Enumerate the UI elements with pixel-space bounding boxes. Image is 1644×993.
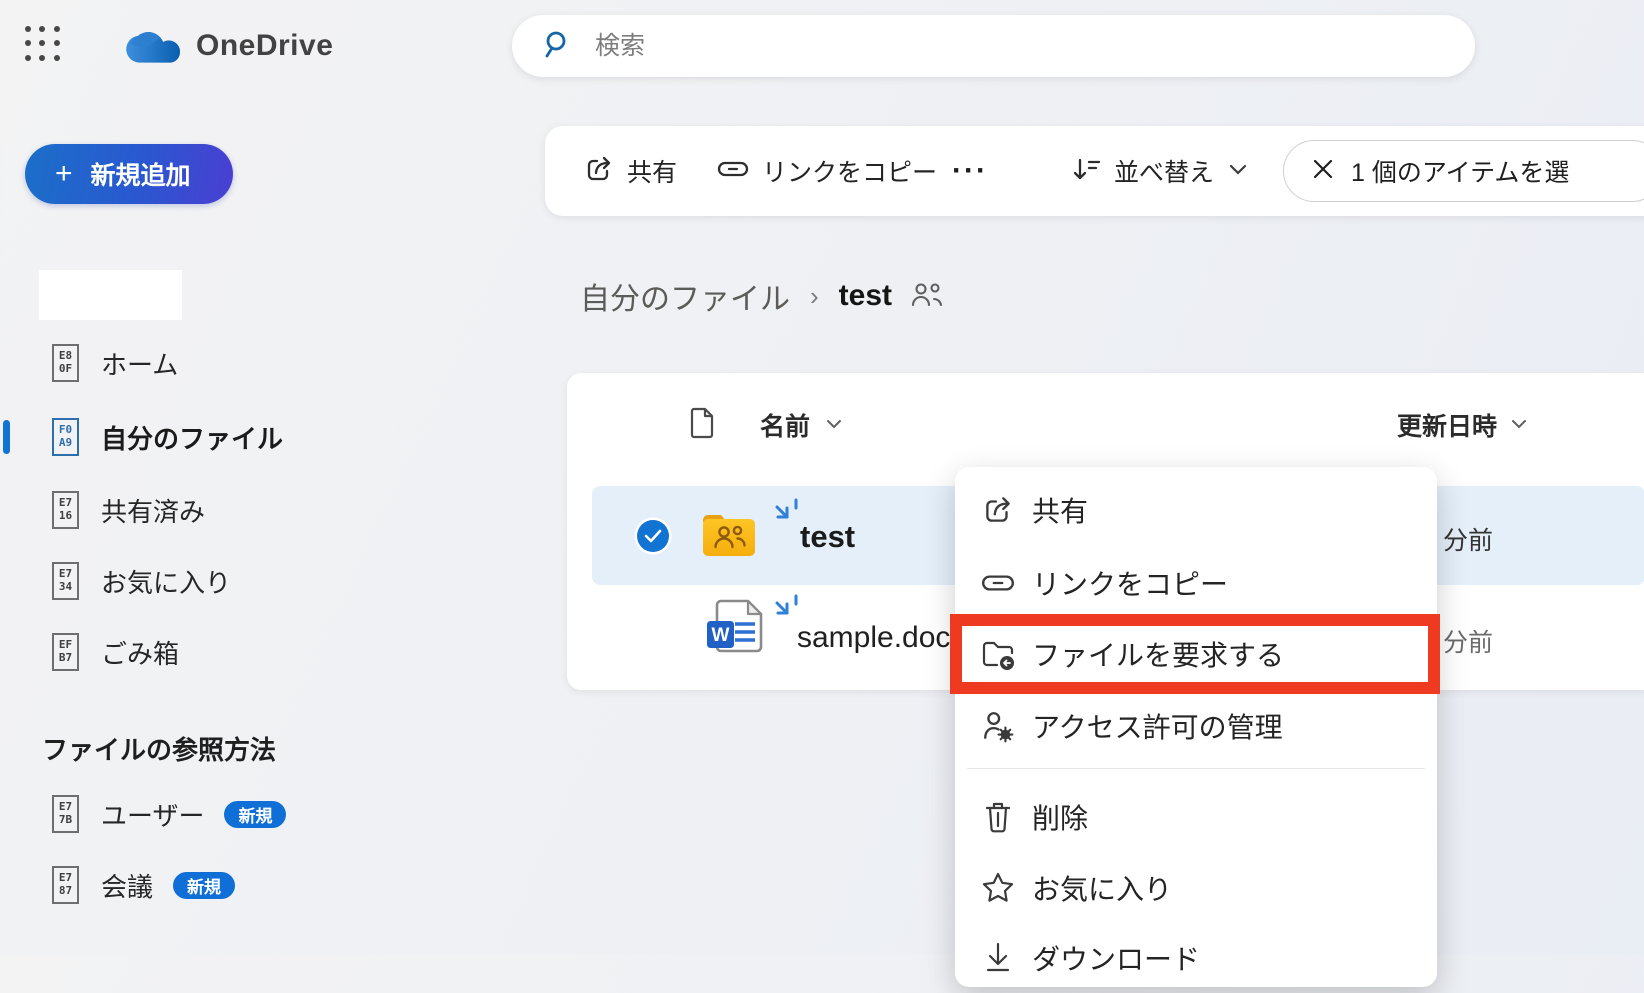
- context-menu: 共有 リンクをコピー ファイルを要求する アク: [955, 467, 1437, 987]
- sidebar-item-label: ホーム: [101, 345, 178, 382]
- menu-item-copy-link[interactable]: リンクをコピー: [955, 548, 1437, 618]
- breadcrumb-parent[interactable]: 自分のファイル: [580, 274, 790, 318]
- link-icon: [716, 153, 750, 190]
- share-button[interactable]: 共有: [583, 126, 677, 216]
- sidebar-item-label: 共有済み: [101, 492, 205, 529]
- plus-icon: +: [55, 159, 73, 189]
- breadcrumb: 自分のファイル › test: [580, 278, 944, 314]
- svg-text:W: W: [712, 625, 730, 646]
- search-input[interactable]: [595, 32, 1415, 61]
- chevron-down-icon: [1511, 416, 1527, 434]
- menu-item-share[interactable]: 共有: [955, 475, 1437, 545]
- menu-divider: [967, 768, 1425, 769]
- file-name[interactable]: sample.docx: [797, 621, 965, 655]
- sidebar-item-people[interactable]: E77B ユーザー 新規: [0, 792, 480, 836]
- trash-icon: [980, 800, 1016, 834]
- sidebar-item-recycle-bin[interactable]: EFB7 ごみ箱: [0, 630, 480, 674]
- word-document-icon: W: [705, 599, 767, 658]
- sidebar-item-my-files[interactable]: F0A9 自分のファイル: [0, 415, 480, 459]
- shared-people-icon: [910, 280, 944, 313]
- share-icon: [980, 493, 1016, 527]
- recently-updated-icon: [774, 497, 802, 536]
- star-icon: [980, 871, 1016, 905]
- sidebar-item-shared[interactable]: E716 共有済み: [0, 488, 480, 532]
- new-badge: 新規: [224, 801, 286, 828]
- app-launcher-waffle-icon[interactable]: [25, 26, 61, 62]
- my-files-tofu-icon: F0A9: [52, 418, 79, 456]
- sidebar-item-label: 自分のファイル: [101, 419, 283, 456]
- shared-tofu-icon: E716: [52, 491, 79, 529]
- sidebar-item-label: お気に入り: [101, 563, 231, 600]
- modified-time: 分前: [1443, 623, 1493, 659]
- onedrive-cloud-logo: [126, 27, 180, 70]
- menu-item-download[interactable]: ダウンロード: [955, 923, 1437, 993]
- favorites-tofu-icon: E734: [52, 562, 79, 600]
- menu-item-request-files[interactable]: ファイルを要求する: [955, 619, 1437, 689]
- sidebar-item-label: ごみ箱: [101, 634, 179, 671]
- menu-item-favorite[interactable]: お気に入り: [955, 853, 1437, 923]
- modified-time: 分前: [1443, 521, 1493, 557]
- column-header-name[interactable]: 名前: [688, 403, 842, 447]
- sort-icon: [1070, 153, 1102, 190]
- link-icon: [980, 566, 1016, 600]
- request-files-icon: [980, 637, 1016, 671]
- sidebar-item-favorites[interactable]: E734 お気に入り: [0, 559, 480, 603]
- manage-access-icon: [980, 709, 1016, 743]
- search-bar[interactable]: [512, 15, 1475, 77]
- column-header-modified[interactable]: 更新日時: [1397, 403, 1527, 447]
- meetings-tofu-icon: E787: [52, 866, 79, 904]
- recycle-bin-tofu-icon: EFB7: [52, 633, 79, 671]
- sort-button[interactable]: 並べ替え: [1070, 126, 1248, 216]
- share-icon: [583, 153, 615, 190]
- breadcrumb-current: test: [839, 279, 892, 313]
- sidebar-item-label: 会議: [101, 867, 153, 904]
- shared-folder-icon: [700, 511, 758, 564]
- chevron-down-icon: [826, 416, 842, 434]
- selection-count-text: 1 個のアイテムを選: [1351, 153, 1569, 189]
- sidebar-item-home[interactable]: E80F ホーム: [0, 341, 480, 385]
- selection-count-pill[interactable]: 1 個のアイテムを選: [1283, 140, 1644, 202]
- add-new-button[interactable]: + 新規追加: [25, 144, 233, 204]
- more-icon: ···: [952, 154, 988, 188]
- row-selected-checkmark[interactable]: [637, 520, 669, 552]
- file-name[interactable]: test: [800, 519, 855, 555]
- redacted-username-box: [39, 270, 182, 320]
- more-commands-button[interactable]: ···: [952, 126, 988, 216]
- copy-link-button[interactable]: リンクをコピー: [716, 126, 937, 216]
- people-tofu-icon: E77B: [52, 795, 79, 833]
- home-tofu-icon: E80F: [52, 344, 79, 382]
- document-icon: [688, 407, 716, 444]
- breadcrumb-separator-icon: ›: [810, 281, 819, 312]
- sidebar-item-label: ユーザー: [101, 796, 204, 833]
- menu-item-delete[interactable]: 削除: [955, 782, 1437, 852]
- menu-item-manage-access[interactable]: アクセス許可の管理: [955, 691, 1437, 761]
- sidebar-item-meetings[interactable]: E787 会議 新規: [0, 863, 480, 907]
- app-title: OneDrive: [196, 29, 333, 63]
- sidebar-section-title: ファイルの参照方法: [42, 730, 276, 767]
- chevron-down-icon: [1228, 162, 1248, 181]
- new-badge: 新規: [173, 872, 235, 899]
- clear-selection-x-icon: [1311, 157, 1335, 186]
- search-icon: [543, 29, 573, 64]
- download-icon: [980, 941, 1016, 975]
